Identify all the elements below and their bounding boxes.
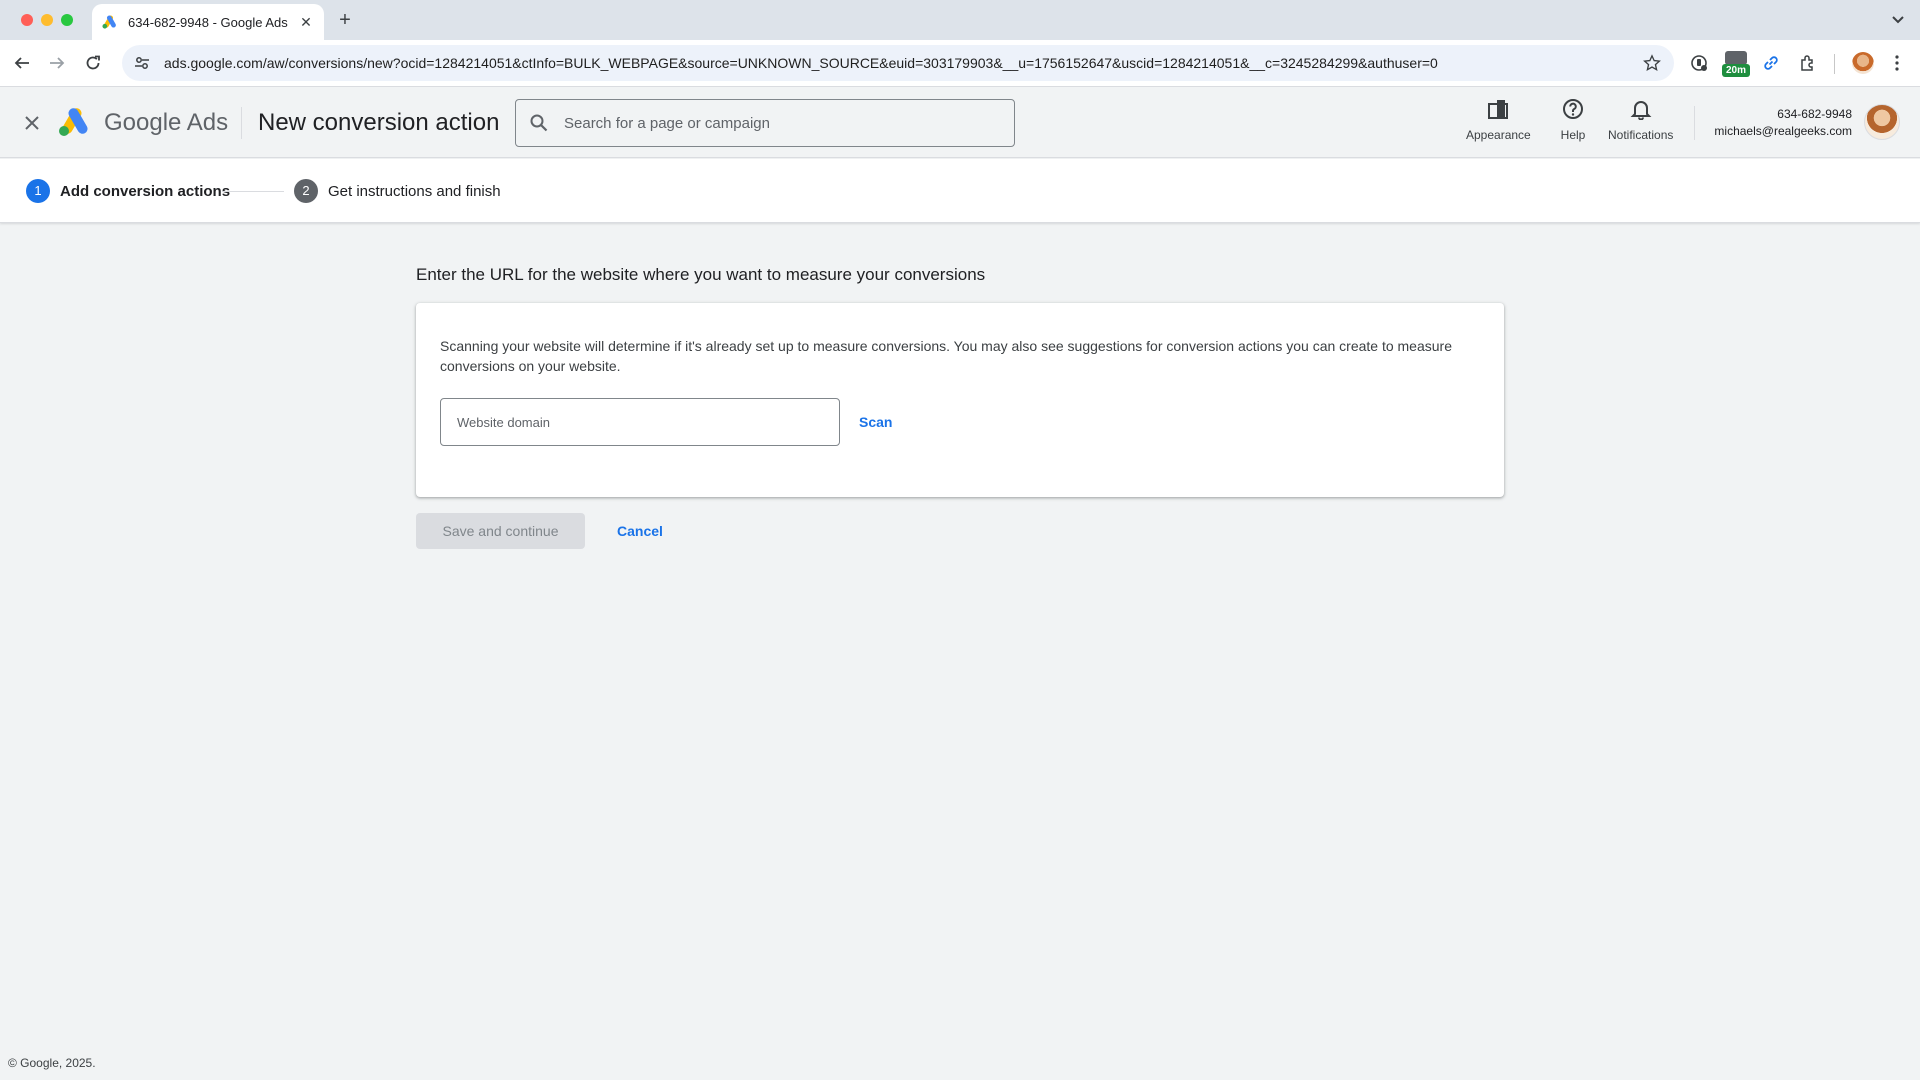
window-zoom-button[interactable] (61, 14, 73, 26)
page-title: New conversion action (258, 109, 500, 136)
progress-stepper: 1 Add conversion actions 2 Get instructi… (0, 159, 1920, 223)
notifications-button[interactable]: Notifications (1608, 96, 1673, 142)
forward-arrow-icon[interactable] (46, 52, 68, 74)
help-button[interactable]: Help (1560, 96, 1586, 142)
header-divider-2 (1694, 106, 1695, 140)
google-ads-logo-icon (59, 108, 88, 136)
address-bar[interactable]: ads.google.com/aw/conversions/new?ocid=1… (122, 45, 1674, 81)
bookmark-star-icon[interactable] (1642, 53, 1662, 73)
appearance-icon (1485, 96, 1511, 122)
account-email: michaels@realgeeks.com (1714, 124, 1852, 138)
website-scan-card: Scanning your website will determine if … (416, 303, 1504, 497)
help-label: Help (1560, 128, 1586, 142)
footer-copyright: © Google, 2025. (8, 1056, 96, 1070)
password-manager-extension-icon[interactable] (1688, 52, 1710, 74)
website-domain-input[interactable] (440, 398, 840, 446)
step-1-label: Add conversion actions (60, 183, 231, 200)
header-divider (241, 107, 242, 139)
account-id: 634-682-9948 (1777, 107, 1852, 121)
browser-toolbar: ads.google.com/aw/conversions/new?ocid=1… (0, 40, 1920, 87)
new-tab-icon[interactable]: + (334, 9, 356, 31)
help-icon (1560, 96, 1586, 122)
url-text: ads.google.com/aw/conversions/new?ocid=1… (164, 55, 1438, 71)
tab-title: 634-682-9948 - Google Ads (128, 14, 288, 30)
tab-close-icon[interactable]: ✕ (298, 14, 314, 31)
search-placeholder: Search for a page or campaign (564, 114, 770, 132)
appearance-label: Appearance (1466, 128, 1531, 142)
calendar-extension-icon[interactable]: 20m (1722, 51, 1750, 77)
toolbar-divider (1834, 54, 1835, 74)
app-header: Google Ads New conversion action Search … (0, 88, 1920, 158)
back-arrow-icon[interactable] (11, 52, 33, 74)
scan-button[interactable]: Scan (859, 414, 892, 430)
section-heading: Enter the URL for the website where you … (416, 265, 986, 284)
search-box[interactable]: Search for a page or campaign (515, 99, 1015, 147)
cancel-button[interactable]: Cancel (617, 523, 663, 539)
scan-description: Scanning your website will determine if … (440, 338, 1452, 374)
save-and-continue-button[interactable]: Save and continue (416, 513, 585, 549)
site-settings-icon[interactable] (134, 54, 152, 72)
window-minimize-button[interactable] (41, 14, 53, 26)
reload-icon[interactable] (82, 52, 104, 74)
avatar[interactable] (1864, 104, 1900, 140)
close-icon[interactable] (20, 111, 44, 135)
extensions-puzzle-icon[interactable] (1797, 52, 1819, 74)
google-ads-favicon-icon (102, 14, 118, 30)
bell-icon (1628, 96, 1654, 122)
appearance-button[interactable]: Appearance (1466, 96, 1531, 142)
link-extension-icon[interactable] (1760, 52, 1782, 74)
notifications-label: Notifications (1608, 128, 1674, 142)
window-close-button[interactable] (21, 14, 33, 26)
browser-profile-avatar[interactable] (1852, 52, 1874, 74)
account-info[interactable]: 634-682-9948 michaels@realgeeks.com (1714, 107, 1852, 138)
browser-menu-icon[interactable] (1886, 52, 1908, 74)
tab-search-chevron-down-icon[interactable] (1888, 10, 1908, 30)
step-2-number: 2 (294, 179, 318, 203)
extension-badge: 20m (1722, 64, 1750, 77)
browser-tab-bar: 634-682-9948 - Google Ads ✕ + (0, 0, 1920, 40)
browser-tab-active[interactable]: 634-682-9948 - Google Ads ✕ (92, 4, 324, 40)
step-1-number: 1 (26, 179, 50, 203)
product-name: Google Ads (104, 109, 229, 136)
step-connector (222, 191, 284, 192)
step-2-label: Get instructions and finish (328, 183, 501, 200)
search-icon (530, 113, 550, 133)
